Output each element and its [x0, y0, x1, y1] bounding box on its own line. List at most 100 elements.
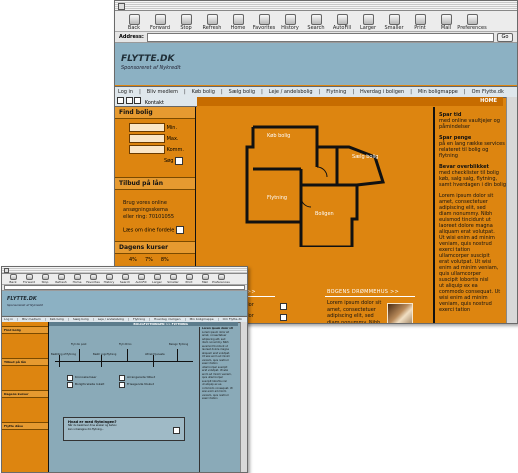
- address-input[interactable]: [4, 285, 245, 290]
- site-logo[interactable]: FLYTTE.DK: [121, 54, 175, 64]
- house-photo[interactable]: [387, 303, 413, 323]
- nav-item-min-boligmappe[interactable]: Min boligmappe: [418, 87, 458, 97]
- home-icon: [232, 14, 244, 25]
- dream-house-head[interactable]: BOGENS DRØMMEHUS >>: [327, 289, 399, 295]
- divider: [325, 296, 415, 297]
- nav-item-bliv-medlem[interactable]: Bliv medlem: [147, 87, 178, 97]
- side-head-tilbud-på-lån[interactable]: Tilbud på lån: [2, 358, 48, 366]
- kommune-select[interactable]: [129, 145, 165, 154]
- search-button[interactable]: Search: [117, 274, 133, 284]
- back-button[interactable]: Back: [5, 274, 21, 284]
- mail-icon: [440, 14, 452, 25]
- nav-separator: |: [220, 89, 223, 95]
- search-button[interactable]: Search: [303, 11, 329, 31]
- timeline-step[interactable]: Bestil vognflytning: [93, 353, 116, 356]
- question-box[interactable]: Hvad er med flytningen? Når du beskriver…: [63, 417, 185, 441]
- timeline-step[interactable]: Flyt dit bo: [119, 343, 132, 346]
- nav-item-hverdag-i-boligen[interactable]: Hverdag i boligen: [360, 87, 404, 97]
- smaller-button[interactable]: Smaller: [165, 274, 181, 284]
- toolbar-label: Home: [230, 25, 246, 31]
- print-icon[interactable]: [117, 97, 124, 104]
- close-box[interactable]: [4, 268, 9, 273]
- nav-item-køb-bolig[interactable]: Køb bolig: [192, 87, 215, 97]
- mail-button[interactable]: Mail: [433, 11, 459, 31]
- min-price-input[interactable]: [129, 123, 165, 132]
- larger-button[interactable]: Larger: [355, 11, 381, 31]
- larger-icon: [362, 14, 374, 25]
- preferences-button[interactable]: Preferences: [457, 11, 487, 31]
- read-more-link[interactable]: Læs om dine fordele: [123, 228, 174, 234]
- nav-item-sælg-bolig[interactable]: Sælg bolig: [229, 87, 255, 97]
- refresh-button[interactable]: Refresh: [199, 11, 225, 31]
- timeline-step[interactable]: Afmeld tjeneste: [145, 353, 165, 356]
- rates-head: Dagens kurser: [115, 241, 195, 254]
- room-label-sælg-bolig[interactable]: Sælg bolig: [352, 154, 378, 160]
- site-logo[interactable]: FLYTTE.DK: [7, 296, 37, 302]
- toolbar-label: Refresh: [55, 280, 67, 284]
- side-head-flytte-dåse[interactable]: Flytte dåse: [2, 422, 48, 430]
- title-bar[interactable]: [115, 1, 517, 11]
- contact-link[interactable]: Kontakt: [145, 100, 164, 106]
- nav-item-leje-andelsbolig[interactable]: Leje / andelsbolig: [269, 87, 313, 97]
- history-button[interactable]: History: [101, 274, 117, 284]
- scrollbar[interactable]: [506, 97, 517, 323]
- timeline-tick: [127, 349, 128, 361]
- favorites-button[interactable]: Favorites: [85, 274, 101, 284]
- history-button[interactable]: History: [277, 11, 303, 31]
- timeline-step[interactable]: Bestilling af flytning: [51, 353, 76, 356]
- mail-button[interactable]: Mail: [197, 274, 213, 284]
- toolbar-label: Stop: [41, 280, 49, 284]
- address-input[interactable]: [146, 32, 494, 42]
- smaller-button[interactable]: Smaller: [381, 11, 407, 31]
- offer-head: Tilbud på lån: [115, 177, 195, 190]
- timeline-step[interactable]: Flyt din post: [71, 343, 86, 346]
- autofill-button[interactable]: AutoFill: [329, 11, 355, 31]
- autofill-icon: [336, 14, 348, 25]
- forward-button[interactable]: Forward: [21, 274, 37, 284]
- arrow-icon[interactable]: [280, 314, 287, 321]
- arrow-icon[interactable]: [280, 303, 287, 310]
- rate-value: 4%: [129, 257, 137, 263]
- side-head-dagens-kurser[interactable]: Dagens kurser: [2, 390, 48, 398]
- home-button[interactable]: Home: [69, 274, 85, 284]
- title-bar[interactable]: [2, 267, 247, 274]
- toolbar-label: Smaller: [384, 25, 404, 31]
- bookmark-icon[interactable]: [134, 97, 142, 104]
- mail-icon[interactable]: [125, 97, 133, 104]
- back-button[interactable]: Back: [121, 11, 147, 31]
- larger-button[interactable]: Larger: [149, 274, 165, 284]
- stop-button[interactable]: Stop: [37, 274, 53, 284]
- nav-item-om-flytte-dk[interactable]: Om Flytte.dk: [472, 87, 504, 97]
- go-button[interactable]: Go: [497, 32, 513, 42]
- toolbar-label: Forward: [149, 25, 171, 31]
- side-head-find-bolig[interactable]: Find bolig: [2, 326, 48, 334]
- browser-toolbar: Back Forward Stop Refresh Home Favorites Histo…: [115, 11, 517, 32]
- room-label-boligen[interactable]: Boligen: [315, 211, 334, 217]
- rate-value: 7%: [144, 257, 153, 263]
- favorites-button[interactable]: Favorites: [251, 11, 277, 31]
- max-price-input[interactable]: [129, 134, 165, 143]
- nav-item-flytning[interactable]: Flytning: [326, 87, 346, 97]
- autofill-button[interactable]: AutoFill: [133, 274, 149, 284]
- forward-button[interactable]: Forward: [147, 11, 173, 31]
- refresh-button[interactable]: Refresh: [53, 274, 69, 284]
- preferences-button[interactable]: Preferences: [212, 274, 230, 284]
- search-go-icon[interactable]: [175, 156, 183, 165]
- arrow-icon[interactable]: [173, 427, 180, 434]
- min-label: Min.: [166, 125, 178, 131]
- sidebar: Find bolig Tilbud på lån Dagens kurser Flyt…: [2, 322, 49, 472]
- home-button[interactable]: Home: [225, 11, 251, 31]
- scrollbar[interactable]: [240, 322, 247, 472]
- timeline: [55, 361, 193, 362]
- print-button[interactable]: Print: [407, 11, 433, 31]
- stop-button[interactable]: Stop: [173, 11, 199, 31]
- arrow-icon[interactable]: [175, 226, 184, 234]
- print-button[interactable]: Print: [181, 274, 197, 284]
- timeline-step[interactable]: Beregn flytning: [169, 343, 188, 346]
- nav-item-log-in[interactable]: Log in: [118, 87, 133, 97]
- room-label-flytning[interactable]: Flytning: [267, 195, 287, 201]
- room-label-køb-bolig[interactable]: Køb bolig: [267, 133, 290, 139]
- smaller-icon: [388, 14, 400, 25]
- close-box[interactable]: [118, 3, 125, 10]
- back-icon: [128, 14, 140, 25]
